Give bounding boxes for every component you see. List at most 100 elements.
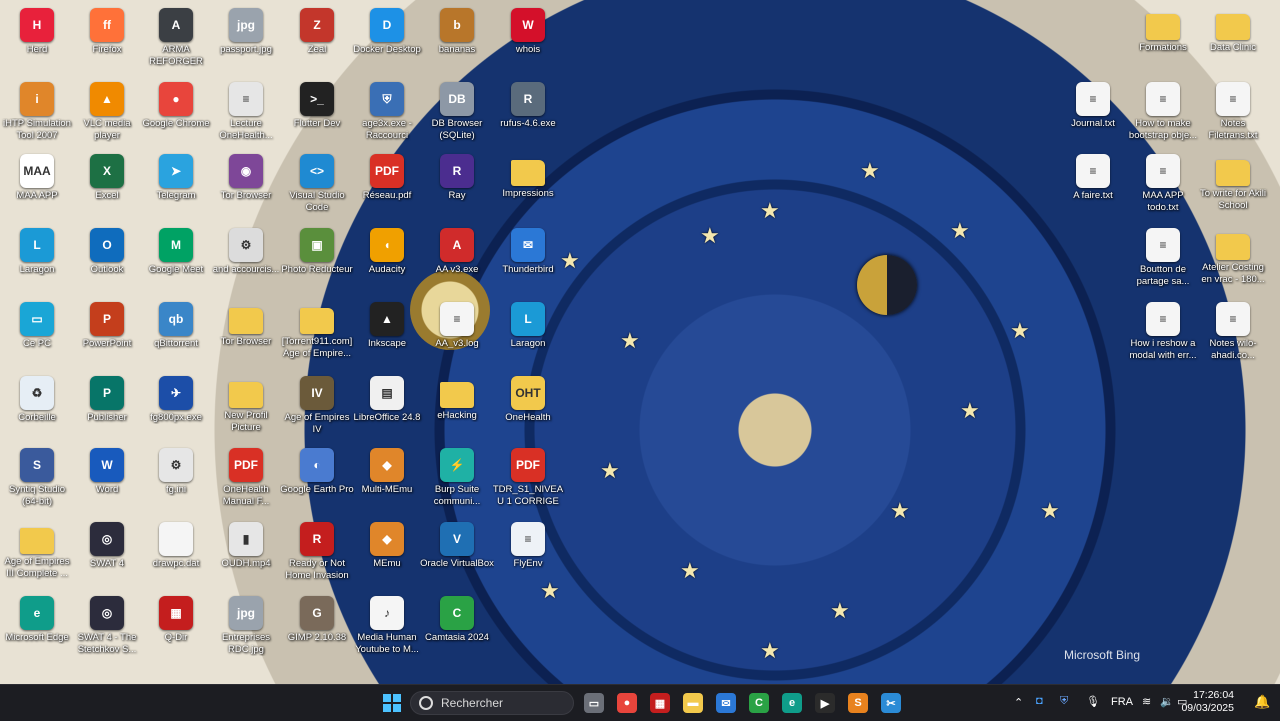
desktop-icon[interactable]: New Profil Picture <box>209 372 283 434</box>
edge-icon[interactable]: e <box>782 693 802 713</box>
desktop-icon[interactable]: qb qBittorrent <box>139 298 213 350</box>
desktop-icon[interactable]: ≡ Journal.txt <box>1056 78 1130 130</box>
desktop-icon[interactable]: MAA MAA APP <box>0 150 74 202</box>
desktop-icon[interactable]: ▦ Q-Dir <box>139 592 213 644</box>
desktop-icon[interactable]: Formations <box>1126 4 1200 54</box>
qdir-icon[interactable]: ▦ <box>650 693 670 713</box>
desktop-icon[interactable]: V Oracle VirtualBox <box>420 518 494 570</box>
desktop-icon[interactable]: ➤ Telegram <box>139 150 213 202</box>
desktop-icon[interactable]: ≡ A faire.txt <box>1056 150 1130 202</box>
desktop-icon[interactable]: ▲ Inkscape <box>350 298 424 350</box>
desktop-icon[interactable]: R Ray <box>420 150 494 202</box>
desktop-icon[interactable]: X Excel <box>70 150 144 202</box>
desktop-icon[interactable]: Impressions <box>491 150 565 200</box>
desktop-icon[interactable]: PDFTDR_S1_NIVEAU 1 CORRIGE II.pdf <box>491 444 565 508</box>
desktop-icon[interactable]: Rrufus-4.6.exe <box>491 78 565 130</box>
media-player-icon[interactable]: ▶ <box>815 693 835 713</box>
desktop-icon[interactable]: A AA v3.exe <box>420 224 494 276</box>
desktop-icon[interactable]: L Laragon <box>0 224 74 276</box>
desktop-icon[interactable]: jpg passport.jpg <box>209 4 283 56</box>
desktop-icon[interactable]: >_ Flutter Dev <box>280 78 354 130</box>
desktop-icon[interactable]: C Camtasia 2024 <box>420 592 494 644</box>
desktop-icon[interactable]: OHT OneHealth <box>491 372 565 424</box>
desktop-icon[interactable]: ◉ Tor Browser <box>209 150 283 202</box>
desktop-icon[interactable]: ≡ Lecture OneHealth... <box>209 78 283 142</box>
file-explorer-icon[interactable]: ▬ <box>683 693 703 713</box>
tray-app-icon[interactable]: ◘ <box>1036 695 1043 707</box>
desktop-icon[interactable]: ≡ AA_v3.log <box>420 298 494 350</box>
desktop-icon[interactable]: Data Clinic <box>1196 4 1270 54</box>
desktop-icon[interactable]: Wwhois <box>491 4 565 56</box>
desktop-icon[interactable]: ≡ Boutton de partage sa... <box>1126 224 1200 288</box>
desktop-icon[interactable]: ◆ Multi-MEmu <box>350 444 424 496</box>
desktop-icon[interactable]: To write for Akili School <box>1196 150 1270 212</box>
desktop-icon[interactable]: ▤ LibreOffice 24.8 <box>350 372 424 424</box>
desktop-icon[interactable]: R Ready or Not Home Invasion <box>280 518 354 582</box>
desktop-icon[interactable]: Z Zeal <box>280 4 354 56</box>
desktop-icon[interactable]: Tor Browser <box>209 298 283 348</box>
desktop-icon[interactable]: <> Visual Studio Code <box>280 150 354 214</box>
desktop-icon[interactable]: G GIMP 2.10.38 <box>280 592 354 644</box>
taskbar-search-box[interactable]: Rechercher <box>410 691 574 715</box>
security-shield-icon[interactable]: ⛨ <box>1060 695 1068 708</box>
desktop-icon[interactable]: A ARMA REFORGER <box>139 4 213 68</box>
desktop-icon[interactable]: H Herd <box>0 4 74 56</box>
desktop-icon[interactable]: ✉ Thunderbird <box>491 224 565 276</box>
desktop-icon[interactable]: ◎ SWAT 4 <box>70 518 144 570</box>
desktop-icon[interactable]: ≡ How i reshow a modal with err... <box>1126 298 1200 362</box>
desktop-icon[interactable]: ▮ OUDH.mp4 <box>209 518 283 570</box>
desktop-icon[interactable]: ◖ Audacity <box>350 224 424 276</box>
desktop-icon[interactable]: drawpc.dat <box>139 518 213 570</box>
camtasia-icon[interactable]: C <box>749 693 769 713</box>
desktop-icon[interactable]: W Word <box>70 444 144 496</box>
desktop-icon[interactable]: ⚡ Burp Suite communi... <box>420 444 494 508</box>
desktop-icon[interactable]: ≡ MAA APP todo.txt <box>1126 150 1200 214</box>
desktop-icon[interactable]: ◆ MEmu <box>350 518 424 570</box>
desktop-icon[interactable]: ⛨ age3x.exe - Raccourci <box>350 78 424 142</box>
desktop-icon[interactable]: IV Age of Empires IV <box>280 372 354 436</box>
desktop-icon[interactable]: PDF OneHealth Manual F... <box>209 444 283 508</box>
desktop-icon[interactable]: ⚙ fg.ini <box>139 444 213 496</box>
wifi-icon[interactable]: ≋ <box>1142 695 1151 708</box>
desktop-icon[interactable]: PDF Réseau.pdf <box>350 150 424 202</box>
desktop-icon[interactable]: O Outlook <box>70 224 144 276</box>
desktop-icon[interactable]: ≡ FlyEnv <box>491 518 565 570</box>
snipping-tool-icon[interactable]: ✂ <box>881 693 901 713</box>
desktop-icon[interactable]: ♪ Media Human Youtube to M... <box>350 592 424 656</box>
show-hidden-icons-chevron-icon[interactable]: ⌃ <box>1014 696 1023 709</box>
desktop-icon[interactable]: ≡ Notes Filetrans.txt <box>1196 78 1270 142</box>
chrome-icon[interactable]: ● <box>617 693 637 713</box>
desktop-icon[interactable]: ▣ Photo Reducteur <box>280 224 354 276</box>
microphone-icon[interactable]: 🎙 <box>1086 695 1100 708</box>
desktop-icon[interactable]: ◎ SWAT 4 - The Stetchkov S... <box>70 592 144 656</box>
desktop-icon[interactable]: ▲ VLC media player <box>70 78 144 142</box>
desktop-icon[interactable]: i iHTP Simulation Tool 2007 <box>0 78 74 142</box>
desktop-icon[interactable]: ⚙ and accourcis... <box>209 224 283 276</box>
desktop-icon[interactable]: eHacking <box>420 372 494 422</box>
desktop-icon[interactable]: ● Google Chrome <box>139 78 213 130</box>
clock[interactable]: 17:26:04 09/03/2025 <box>1181 689 1234 715</box>
desktop-icon[interactable]: ≡ Notes wilo-ahadi.co... <box>1196 298 1270 362</box>
desktop-icon[interactable]: L Laragon <box>491 298 565 350</box>
desktop-icon[interactable]: ff Firefox <box>70 4 144 56</box>
notification-bell-icon[interactable]: 🔔 <box>1254 694 1270 710</box>
desktop-icon[interactable]: ✈ fg800px.exe <box>139 372 213 424</box>
volume-icon[interactable]: 🔉 <box>1160 695 1174 708</box>
language-indicator[interactable]: FRA <box>1111 696 1133 708</box>
desktop-icon[interactable]: Atelier Costing en vrac - 180... <box>1196 224 1270 286</box>
desktop-icon[interactable]: M Google Meet <box>139 224 213 276</box>
desktop-icon[interactable]: b bananas <box>420 4 494 56</box>
desktop-icon[interactable]: [Torrent911.com] Age of Empire... <box>280 298 354 360</box>
desktop-icon[interactable]: e Microsoft Edge <box>0 592 74 644</box>
task-view-icon[interactable]: ▭ <box>584 693 604 713</box>
desktop-icon[interactable]: Age of Empires III Complete ... <box>0 518 74 580</box>
desktop-icon[interactable]: ♻ Corbeille <box>0 372 74 424</box>
sublime-text-icon[interactable]: S <box>848 693 868 713</box>
desktop-icon[interactable]: ▭ Ce PC <box>0 298 74 350</box>
desktop-icon[interactable]: P Publisher <box>70 372 144 424</box>
start-button[interactable] <box>382 693 402 713</box>
desktop-icon[interactable]: ◐ Google Earth Pro <box>280 444 354 496</box>
desktop-icon[interactable]: jpg Entreprises RDC.jpg <box>209 592 283 656</box>
thunderbird-icon[interactable]: ✉ <box>716 693 736 713</box>
desktop-icon[interactable]: P PowerPoint <box>70 298 144 350</box>
